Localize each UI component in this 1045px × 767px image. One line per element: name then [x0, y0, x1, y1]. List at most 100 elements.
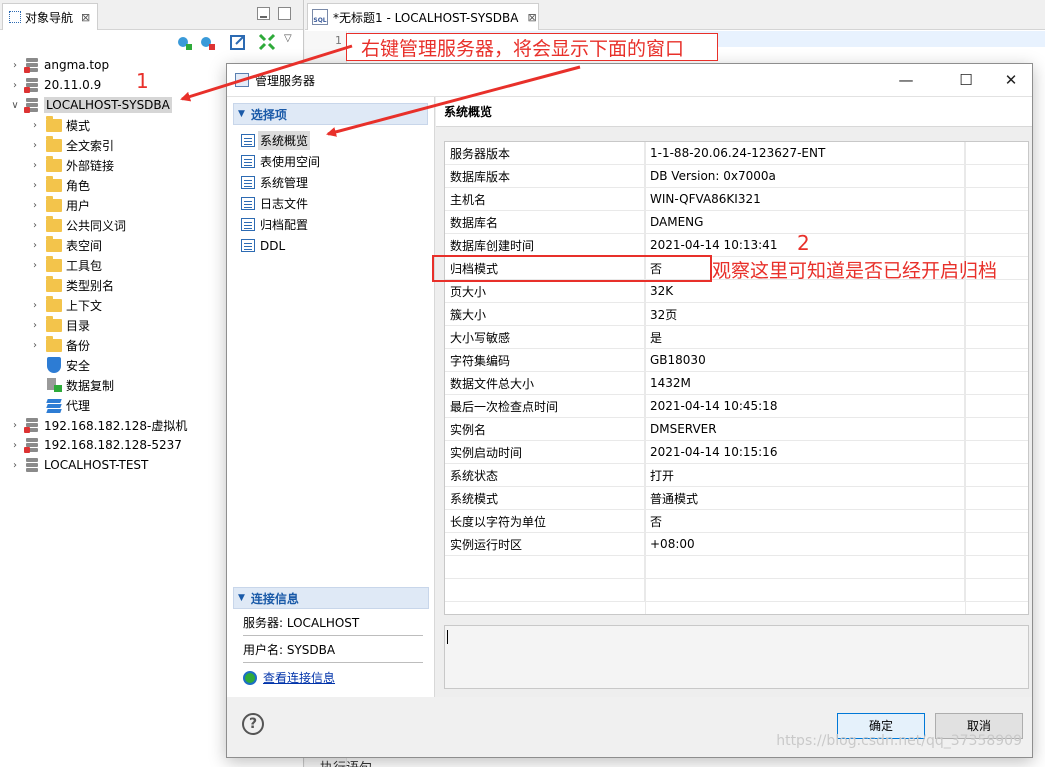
tab-object-navigator[interactable]: 对象导航 ⊠ [2, 3, 98, 30]
dialog-window-icon [235, 73, 249, 87]
annotation-2-text: 观察这里可知道是否已经开启归档 [712, 260, 998, 282]
option-label: 表使用空间 [260, 155, 321, 169]
folder-icon [46, 135, 62, 152]
empty-cell [965, 418, 1028, 440]
table-row[interactable]: 数据库名 DAMENG [445, 211, 1028, 234]
table-row[interactable]: 主机名 WIN-QFVA86KI321 [445, 188, 1028, 211]
option-item[interactable]: 系统概览 [227, 130, 434, 151]
option-item[interactable]: 归档配置 [227, 214, 434, 235]
maximize-button[interactable]: ☐ [955, 70, 977, 90]
table-row[interactable] [445, 579, 1028, 602]
property-value: WIN-QFVA86KI321 [645, 188, 965, 210]
chevron-right-icon[interactable]: › [30, 220, 40, 231]
sql-file-icon: SQL [312, 9, 328, 25]
chevron-right-icon[interactable]: › [30, 120, 40, 131]
chevron-down-icon[interactable]: ∨ [10, 100, 20, 111]
option-item[interactable]: 表使用空间 [227, 151, 434, 172]
message-area[interactable] [444, 625, 1029, 689]
database-icon [24, 77, 40, 93]
empty-cell [965, 441, 1028, 463]
table-row[interactable]: 长度以字符为单位否 [445, 510, 1028, 533]
chevron-right-icon[interactable]: › [30, 200, 40, 211]
chevron-right-icon[interactable]: › [10, 460, 20, 471]
dialog-titlebar[interactable]: 管理服务器 — ☐ ✕ [227, 64, 1032, 96]
view-connection-link[interactable]: 查看连接信息 [243, 669, 435, 686]
view-connection-label[interactable]: 查看连接信息 [263, 669, 335, 686]
option-item[interactable]: DDL [227, 235, 434, 256]
tree-node-label: 目录 [66, 318, 91, 333]
database-icon [24, 57, 40, 73]
help-button[interactable]: ? [242, 713, 264, 735]
option-item[interactable]: 日志文件 [227, 193, 434, 214]
table-row[interactable]: 最后一次检查点时间 2021-04-14 10:45:18 [445, 395, 1028, 418]
close-button[interactable]: ✕ [1000, 70, 1022, 90]
table-row[interactable]: 字符集编码 GB18030 [445, 349, 1028, 372]
connection-section-header[interactable]: ▼ 连接信息 [233, 587, 429, 609]
option-item[interactable]: 系统管理 [227, 172, 434, 193]
document-icon [241, 155, 255, 168]
collapse-triangle-icon: ▼ [238, 109, 245, 119]
table-row[interactable]: 页大小 32K [445, 280, 1028, 303]
disconnect-icon[interactable] [198, 33, 216, 51]
options-header-label: 选择项 [250, 107, 287, 122]
chevron-right-icon[interactable]: › [10, 60, 20, 71]
options-section-header[interactable]: ▼ 选择项 [233, 103, 428, 125]
table-row[interactable]: 实例运行时区 +08:00 [445, 533, 1028, 556]
chevron-right-icon[interactable]: › [10, 80, 20, 91]
table-row[interactable]: 数据库版本 DB Version: 0x7000a [445, 165, 1028, 188]
table-row[interactable]: 实例名 DMSERVER [445, 418, 1028, 441]
annotation-number-2: 2 [797, 231, 810, 255]
folder-icon [46, 195, 62, 212]
property-value: 32页 [645, 303, 965, 325]
table-row[interactable]: 系统状态 打开 [445, 464, 1028, 487]
folder-icon [46, 115, 62, 132]
empty-cell [965, 464, 1028, 486]
close-tab-icon[interactable]: ⊠ [81, 11, 90, 24]
chevron-right-icon[interactable]: › [30, 240, 40, 251]
property-value: 2021-04-14 10:45:18 [645, 395, 965, 417]
table-row[interactable]: 数据库创建时间 2021-04-14 10:13:41 [445, 234, 1028, 257]
annotation-number-1: 1 [136, 69, 149, 93]
maximize-view-button[interactable] [278, 7, 291, 20]
server-info: 服务器: LOCALHOST [243, 609, 423, 636]
chevron-right-icon[interactable]: › [30, 140, 40, 151]
table-row[interactable]: 实例启动时间 2021-04-14 10:15:16 [445, 441, 1028, 464]
property-value: 1-1-88-20.06.24-123627-ENT [645, 142, 965, 164]
editor-tab-title: *无标题1 - LOCALHOST-SYSDBA [333, 10, 519, 25]
table-row[interactable]: 数据文件总大小 1432M [445, 372, 1028, 395]
option-label: 系统管理 [260, 176, 309, 190]
dialog-title: 管理服务器 [255, 73, 316, 88]
layers-icon [46, 397, 62, 413]
property-name: 大小写敏感 [445, 326, 645, 348]
view-menu-icon[interactable]: ▽ [284, 33, 302, 51]
chevron-right-icon[interactable]: › [30, 300, 40, 311]
table-row[interactable] [445, 556, 1028, 579]
chevron-right-icon[interactable]: › [10, 440, 20, 451]
connection-info-icon [243, 670, 257, 685]
chevron-right-icon[interactable]: › [30, 180, 40, 191]
property-name [445, 556, 645, 578]
property-name: 系统状态 [445, 464, 645, 486]
manage-server-dialog: 管理服务器 — ☐ ✕ ▼ 选择项 系统概览 表使用空间 系统管理 日志文件 归档配置 D… [226, 63, 1033, 758]
content-pane: 系统概览 服务器版本 1-1-88-20.06.24-123627-ENT 数据库版… [436, 97, 1032, 697]
chevron-right-icon[interactable]: › [30, 260, 40, 271]
chevron-right-icon[interactable]: › [10, 420, 20, 431]
table-row[interactable]: 簇大小 32页 [445, 303, 1028, 326]
close-tab-icon[interactable]: ⊠ [527, 11, 536, 24]
minimize-button[interactable]: — [895, 70, 917, 90]
tree-node-label: 公共同义词 [66, 218, 127, 233]
chevron-right-icon[interactable]: › [30, 160, 40, 171]
connect-icon[interactable] [175, 33, 193, 51]
table-row[interactable]: 大小写敏感是 [445, 326, 1028, 349]
property-name: 实例启动时间 [445, 441, 645, 463]
tab-sql-editor[interactable]: SQL *无标题1 - LOCALHOST-SYSDBA ⊠ [307, 3, 539, 30]
property-value: DAMENG [645, 211, 965, 233]
table-row[interactable]: 服务器版本 1-1-88-20.06.24-123627-ENT [445, 142, 1028, 165]
table-row[interactable]: 系统模式 普通模式 [445, 487, 1028, 510]
edit-icon[interactable] [229, 33, 247, 51]
chevron-right-icon[interactable]: › [30, 340, 40, 351]
minimize-view-button[interactable] [257, 7, 270, 20]
chevron-right-icon[interactable]: › [30, 320, 40, 331]
expand-all-icon[interactable] [258, 33, 276, 51]
tree-node-label: 外部链接 [66, 158, 115, 173]
